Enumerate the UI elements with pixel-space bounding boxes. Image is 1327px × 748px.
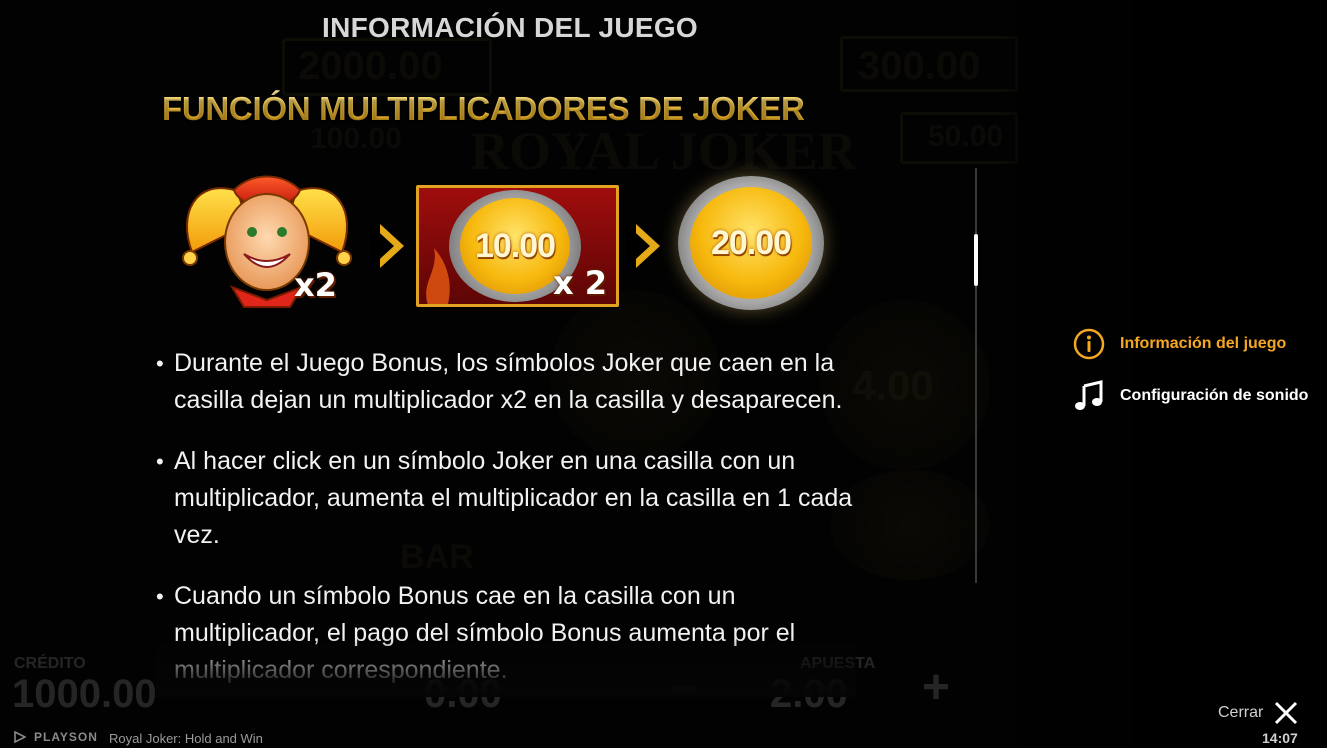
result-coin: 20.00 — [678, 176, 824, 310]
brand-name: PLAYSON — [34, 730, 98, 744]
rule-text: Durante el Juego Bonus, los símbolos Jok… — [174, 349, 843, 414]
tile-multiplier-label: x 2 — [553, 264, 608, 302]
close-icon — [1275, 701, 1298, 725]
rules-list[interactable]: Durante el Juego Bonus, los símbolos Jok… — [156, 345, 856, 697]
bg-credit-value: 1000.00 — [12, 672, 157, 716]
close-label: Cerrar — [1218, 704, 1264, 721]
chevron-right-icon — [626, 224, 660, 268]
scroll-fade — [156, 637, 856, 697]
feature-illustration: x2 10.00 x 2 20.00 — [168, 170, 828, 320]
section-title: FUNCIÓN MULTIPLICADORES DE JOKER — [162, 90, 805, 127]
brand-logo: PLAYSON — [14, 730, 98, 744]
bg-credit-label: CRÉDITO — [14, 655, 86, 672]
chevron-right-icon — [370, 224, 404, 268]
rule-text: Al hacer click en un símbolo Joker en un… — [174, 447, 853, 549]
result-coin-value: 20.00 — [710, 223, 792, 262]
menu-item-label: Información del juego — [1120, 335, 1287, 352]
list-item: Durante el Juego Bonus, los símbolos Jok… — [156, 345, 856, 419]
info-icon — [1072, 327, 1106, 361]
close-button[interactable]: Cerrar — [1218, 700, 1299, 726]
scrollbar-thumb[interactable] — [974, 234, 978, 286]
clock: 14:07 — [1262, 730, 1298, 746]
menu-item-game-info[interactable]: Información del juego — [1072, 327, 1286, 361]
multiplier-tile: 10.00 x 2 — [416, 185, 619, 307]
page-title: INFORMACIÓN DEL JUEGO — [321, 12, 699, 43]
music-note-icon — [1072, 379, 1106, 413]
bg-plus-icon: + — [922, 661, 951, 714]
list-item: Al hacer click en un símbolo Joker en un… — [156, 443, 856, 554]
game-title: Royal Joker: Hold and Win — [109, 731, 263, 746]
playson-logo-icon — [14, 731, 26, 743]
scrollbar-track[interactable] — [975, 168, 977, 583]
joker-multiplier-label: x2 — [294, 266, 337, 304]
menu-item-sound-settings[interactable]: Configuración de sonido — [1072, 379, 1308, 413]
menu-item-label: Configuración de sonido — [1120, 387, 1309, 404]
tile-coin-value: 10.00 — [474, 226, 556, 265]
